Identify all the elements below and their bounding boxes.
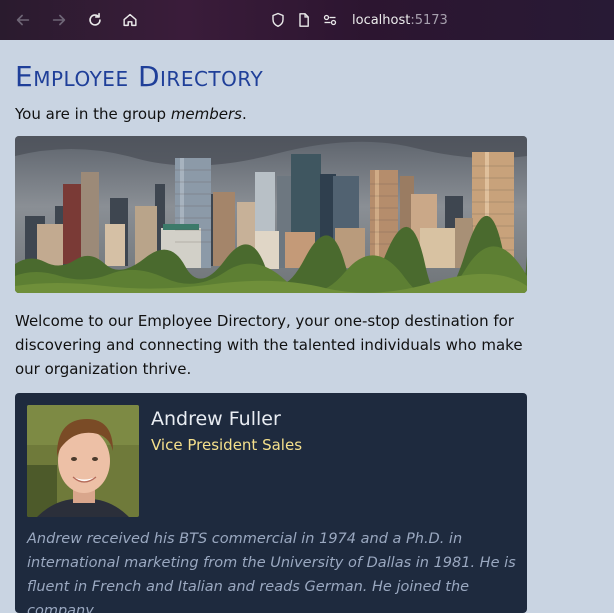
url-text[interactable]: localhost:5173 <box>352 13 448 28</box>
back-button[interactable] <box>13 10 33 30</box>
welcome-text: Welcome to our Employee Directory, your … <box>15 312 523 378</box>
main-content: Employee Directory You are in the group … <box>15 40 527 613</box>
group-prefix: You are in the group <box>15 105 171 123</box>
reload-icon <box>89 12 101 26</box>
forward-arrow-icon <box>52 14 66 26</box>
page-title: Employee Directory <box>15 60 264 93</box>
employee-name: Andrew Fuller <box>151 408 281 430</box>
permissions-icon[interactable] <box>322 12 338 28</box>
home-icon <box>123 13 137 27</box>
page-icon[interactable] <box>296 12 312 28</box>
address-bar[interactable]: localhost:5173 <box>270 8 448 32</box>
employee-title: Vice President Sales <box>151 436 303 454</box>
back-arrow-icon <box>16 14 30 26</box>
home-button[interactable] <box>120 10 140 30</box>
url-port: :5173 <box>410 12 448 28</box>
forward-button[interactable] <box>49 10 69 30</box>
reload-button[interactable] <box>85 10 105 30</box>
city-skyline-image <box>15 136 527 293</box>
employee-bio: Andrew received his BTS commercial in 19… <box>27 531 516 613</box>
shield-icon[interactable] <box>270 12 286 28</box>
group-name: members <box>170 105 242 123</box>
browser-toolbar: localhost:5173 <box>0 0 614 40</box>
group-line: You are in the group members. <box>15 104 527 124</box>
group-suffix: . <box>242 105 247 123</box>
employee-avatar <box>27 405 139 517</box>
employee-card: Andrew Fuller Vice President Sales Andre… <box>15 393 527 613</box>
url-host: localhost <box>352 12 411 28</box>
